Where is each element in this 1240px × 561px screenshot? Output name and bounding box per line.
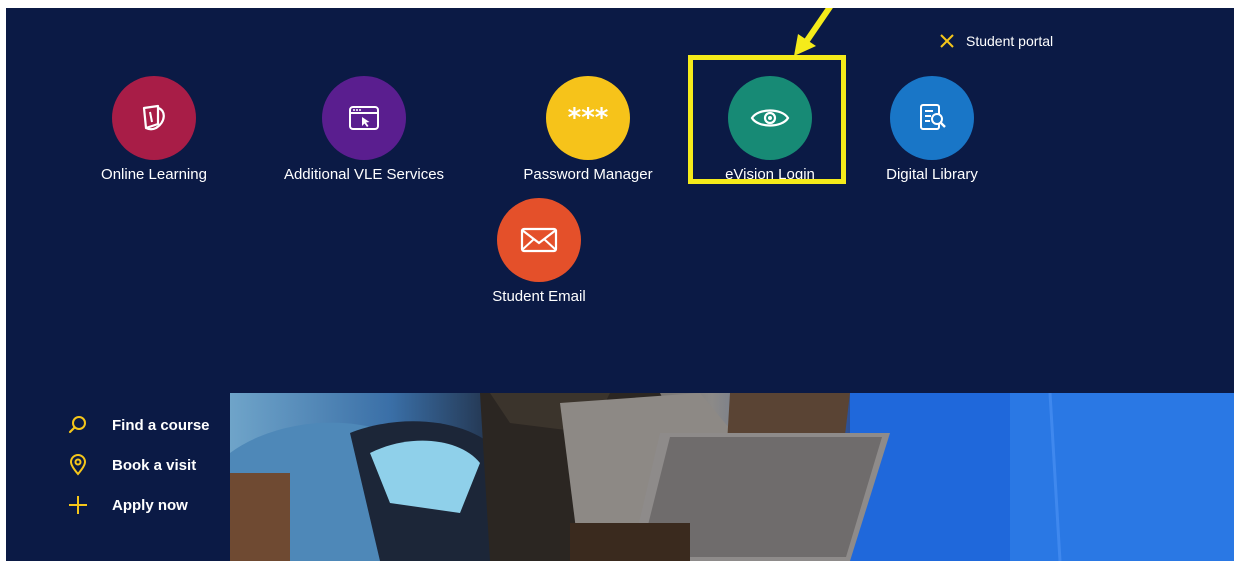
quick-link-label: Apply now [112,496,188,514]
browser-cursor-icon [349,106,379,130]
tile-password-manager[interactable]: *** Password Manager [488,76,688,183]
svg-text:***: *** [568,106,609,130]
arrow-icon [794,8,833,56]
close-label: Student portal [966,33,1054,49]
quick-links: Find a course Book a visit Apply now [66,414,210,516]
tile-additional-vle-services[interactable]: Additional VLE Services [264,76,464,183]
close-student-portal[interactable]: Student portal [938,30,1053,52]
hero-photo [230,393,1234,561]
location-pin-icon [69,454,87,476]
highlight-box [688,55,846,184]
asterisks-icon: *** [568,106,609,130]
tile-label: Digital Library [886,166,978,183]
tile-library-circle [890,76,974,160]
envelope-icon [520,227,558,253]
tile-label: Student Email [492,288,586,305]
tile-online-learning[interactable]: Online Learning [54,76,254,183]
search-icon [68,416,86,434]
tile-digital-library[interactable]: Digital Library [832,76,1032,183]
pen-book-icon [142,104,165,131]
quick-link-book-visit[interactable]: Book a visit [66,454,210,476]
tile-label: Online Learning [101,166,207,183]
tile-student-email[interactable]: Student Email [439,198,639,305]
document-search-icon [920,104,946,130]
close-icon [940,34,954,48]
quick-link-apply-now[interactable]: Apply now [66,494,210,516]
tile-password-circle: *** [546,76,630,160]
tile-vle-circle [322,76,406,160]
quick-link-find-course[interactable]: Find a course [66,414,210,436]
tile-online-learning-circle [112,76,196,160]
hero-photo-illustration [230,393,1234,561]
tile-email-circle [497,198,581,282]
quick-link-label: Find a course [112,416,210,434]
student-portal-panel: Student portal Online Learning Additiona… [6,8,1234,561]
tile-label: Password Manager [523,166,653,183]
plus-icon [69,496,87,514]
tile-label: Additional VLE Services [283,166,445,183]
quick-link-label: Book a visit [112,456,197,474]
